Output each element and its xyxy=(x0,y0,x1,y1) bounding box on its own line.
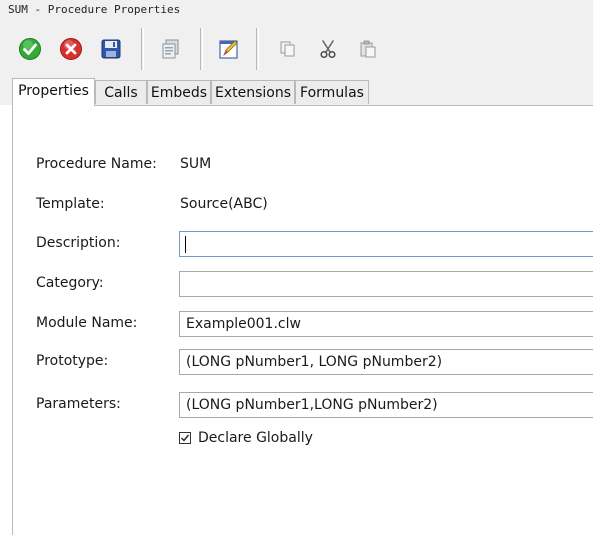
toolbar-separator xyxy=(256,28,259,70)
properties-button[interactable] xyxy=(158,36,184,62)
ok-button[interactable] xyxy=(17,36,43,62)
title-bar[interactable]: SUM - Procedure Properties xyxy=(0,0,593,22)
text-caret xyxy=(185,235,186,253)
category-label: Category: xyxy=(36,275,104,291)
properties-icon xyxy=(162,39,179,59)
category-field[interactable] xyxy=(179,271,593,297)
module-name-label: Module Name: xyxy=(36,315,138,331)
copy-button[interactable] xyxy=(275,36,301,62)
copy-icon xyxy=(280,41,295,57)
tab-calls[interactable]: Calls xyxy=(95,80,147,104)
edit-button[interactable] xyxy=(216,36,242,62)
cancel-button[interactable] xyxy=(58,36,84,62)
tab-formulas-label: Formulas xyxy=(300,84,364,101)
tab-strip: Properties Calls Embeds Extensions Formu… xyxy=(0,78,593,106)
tab-embeds[interactable]: Embeds xyxy=(147,80,211,104)
tab-embeds-label: Embeds xyxy=(150,84,208,101)
cut-button[interactable] xyxy=(315,36,341,62)
declare-globally-option[interactable]: Declare Globally xyxy=(179,430,313,446)
declare-globally-checkbox[interactable] xyxy=(179,432,191,444)
parameters-value: (LONG pNumber1,LONG pNumber2) xyxy=(186,397,438,413)
parameters-field[interactable]: (LONG pNumber1,LONG pNumber2) xyxy=(179,392,593,418)
template-label: Template: xyxy=(36,196,105,212)
tab-extensions[interactable]: Extensions xyxy=(211,80,295,104)
tab-extensions-label: Extensions xyxy=(214,84,292,101)
prototype-label: Prototype: xyxy=(36,353,109,369)
procedure-name-label: Procedure Name: xyxy=(36,156,157,172)
template-value: Source(ABC) xyxy=(180,196,268,212)
checkmark-icon xyxy=(181,434,190,442)
toolbar-separator xyxy=(200,28,203,70)
tab-calls-label: Calls xyxy=(104,84,138,101)
cut-icon xyxy=(320,40,336,59)
module-name-value: Example001.clw xyxy=(186,316,301,332)
tab-properties[interactable]: Properties xyxy=(12,78,95,106)
procedure-name-value: SUM xyxy=(180,156,212,172)
description-label: Description: xyxy=(36,235,121,251)
paste-button[interactable] xyxy=(355,36,381,62)
cancel-icon xyxy=(60,38,82,60)
parameters-label: Parameters: xyxy=(36,396,121,412)
save-icon xyxy=(101,39,121,59)
toolbar-separator xyxy=(141,28,144,70)
ok-icon xyxy=(19,38,41,60)
toolbar xyxy=(0,22,593,78)
prototype-field[interactable]: (LONG pNumber1, LONG pNumber2) xyxy=(179,349,593,375)
window-title: SUM - Procedure Properties xyxy=(8,3,181,16)
save-button[interactable] xyxy=(98,36,124,62)
paste-icon xyxy=(360,40,376,58)
description-field[interactable] xyxy=(179,231,593,257)
procedure-properties-window: SUM - Procedure Properties Properties Ca… xyxy=(0,0,593,535)
module-name-field[interactable]: Example001.clw xyxy=(179,311,593,337)
tab-properties-label: Properties xyxy=(18,83,89,99)
tab-formulas[interactable]: Formulas xyxy=(295,80,369,104)
declare-globally-label: Declare Globally xyxy=(198,430,313,446)
prototype-value: (LONG pNumber1, LONG pNumber2) xyxy=(186,354,443,370)
edit-icon xyxy=(219,40,238,59)
